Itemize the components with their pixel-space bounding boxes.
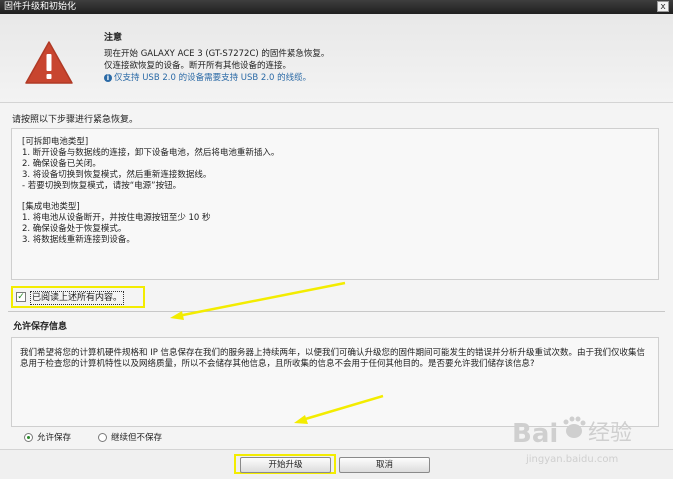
step-text: [可拆卸电池类型] bbox=[22, 137, 89, 147]
notice-line-2: 仅连接欲恢复的设备。断开所有其他设备的连接。 bbox=[104, 61, 292, 71]
step-text: - 若要切换到恢复模式，请按“电源”按钮。 bbox=[22, 181, 182, 191]
step-text: 1. 将电池从设备断开，并按住电源按钮至少 10 秒 bbox=[22, 213, 211, 223]
instructions-box: [可拆卸电池类型] 1. 断开设备与数据线的连接，卸下设备电池，然后将电池重新插… bbox=[11, 128, 659, 280]
step-text: [集成电池类型] bbox=[22, 202, 80, 212]
info-icon: i bbox=[104, 73, 112, 82]
close-button[interactable]: x bbox=[657, 1, 669, 12]
start-button-highlight: 开始升级 bbox=[234, 454, 336, 474]
warning-triangle-icon bbox=[25, 41, 73, 84]
instructions-heading: 请按照以下步骤进行紧急恢复。 bbox=[12, 115, 139, 125]
firmware-dialog: 固件升级和初始化 x 注意 现在开始 GALAXY ACE 3 (GT-S727… bbox=[0, 0, 673, 479]
baidu-watermark: Bai 经验 jingyan.baidu.com bbox=[512, 416, 632, 465]
watermark-brand: Bai bbox=[512, 419, 558, 449]
divider bbox=[8, 311, 665, 312]
radio-button[interactable] bbox=[24, 433, 33, 442]
step-text: 1. 断开设备与数据线的连接，卸下设备电池，然后将电池重新插入。 bbox=[22, 148, 280, 158]
usb-info-text: 仅支持 USB 2.0 的设备需要支持 USB 2.0 的线缆。 bbox=[114, 73, 312, 83]
usb-info-note: i 仅支持 USB 2.0 的设备需要支持 USB 2.0 的线缆。 bbox=[104, 71, 311, 83]
paw-icon bbox=[563, 416, 586, 438]
notice-banner: 注意 现在开始 GALAXY ACE 3 (GT-S7272C) 的固件紧急恢复… bbox=[0, 14, 673, 103]
radio-allow-save[interactable]: 允许保存 bbox=[24, 432, 71, 444]
watermark-url: jingyan.baidu.com bbox=[525, 454, 618, 465]
cancel-button[interactable]: 取消 bbox=[339, 457, 430, 473]
title-bar: 固件升级和初始化 x bbox=[0, 0, 673, 14]
permission-heading: 允许保存信息 bbox=[13, 322, 68, 332]
radio-label: 允许保存 bbox=[37, 433, 72, 443]
start-upgrade-button[interactable]: 开始升级 bbox=[240, 457, 331, 473]
radio-continue-without-save[interactable]: 继续但不保存 bbox=[98, 432, 162, 444]
step-text: 3. 将数据线重新连接到设备。 bbox=[22, 235, 135, 245]
acknowledge-checkbox[interactable]: ✓ bbox=[16, 292, 26, 302]
window-title: 固件升级和初始化 bbox=[4, 2, 77, 12]
acknowledge-highlight: ✓ 已阅读上述所有内容。 bbox=[11, 286, 145, 308]
notice-line-1: 现在开始 GALAXY ACE 3 (GT-S7272C) 的固件紧急恢复。 bbox=[104, 49, 330, 59]
radio-label: 继续但不保存 bbox=[111, 433, 163, 443]
notice-heading: 注意 bbox=[104, 33, 123, 43]
step-text: 2. 确保设备处于恢复模式。 bbox=[22, 224, 127, 234]
watermark-brand-2: 经验 bbox=[588, 421, 632, 446]
acknowledge-label[interactable]: 已阅读上述所有内容。 bbox=[30, 291, 125, 305]
arrow-head-icon bbox=[170, 311, 184, 320]
radio-button[interactable] bbox=[98, 433, 107, 442]
permission-text: 我们希望将您的计算机硬件规格和 IP 信息保存在我们的服务器上持续两年，以便我们… bbox=[20, 348, 646, 369]
step-text: 3. 将设备切换到恢复模式，然后重新连接数据线。 bbox=[22, 170, 212, 180]
step-text: 2. 确保设备已关闭。 bbox=[22, 159, 101, 169]
